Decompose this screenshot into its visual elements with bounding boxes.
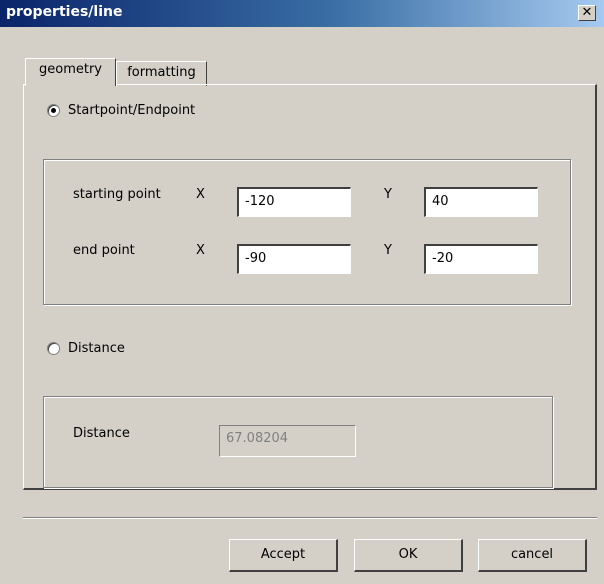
radio-selected-dot [51, 108, 56, 113]
startend-group [43, 159, 571, 305]
title-bar: properties/line ✕ [0, 0, 604, 27]
radio-distance-label: Distance [68, 341, 125, 356]
radio-distance[interactable] [47, 342, 60, 355]
end-point-y-input[interactable]: -20 [424, 244, 538, 274]
radio-startpoint-endpoint[interactable] [47, 104, 60, 117]
tab-formatting[interactable]: formatting [116, 61, 207, 86]
close-icon: ✕ [581, 5, 593, 20]
distance-label: Distance [73, 426, 130, 441]
distance-value-field: 67.08204 [219, 425, 356, 457]
end-point-y-label: Y [384, 243, 392, 258]
accept-button[interactable]: Accept [229, 539, 338, 572]
starting-point-y-input[interactable]: 40 [424, 187, 538, 217]
starting-point-label: starting point [73, 187, 161, 202]
starting-point-y-label: Y [384, 187, 392, 202]
footer-separator [23, 517, 597, 519]
close-button[interactable]: ✕ [578, 5, 596, 21]
window-title: properties/line [6, 4, 123, 20]
end-point-label: end point [73, 243, 135, 258]
starting-point-x-input[interactable]: -120 [237, 187, 351, 217]
end-point-x-input[interactable]: -90 [237, 244, 351, 274]
starting-point-x-label: X [196, 187, 205, 202]
radio-startpoint-endpoint-label: Startpoint/Endpoint [68, 103, 196, 118]
end-point-x-label: X [196, 243, 205, 258]
tab-geometry[interactable]: geometry [25, 58, 116, 86]
ok-button[interactable]: OK [354, 539, 463, 572]
cancel-button[interactable]: cancel [478, 539, 587, 572]
